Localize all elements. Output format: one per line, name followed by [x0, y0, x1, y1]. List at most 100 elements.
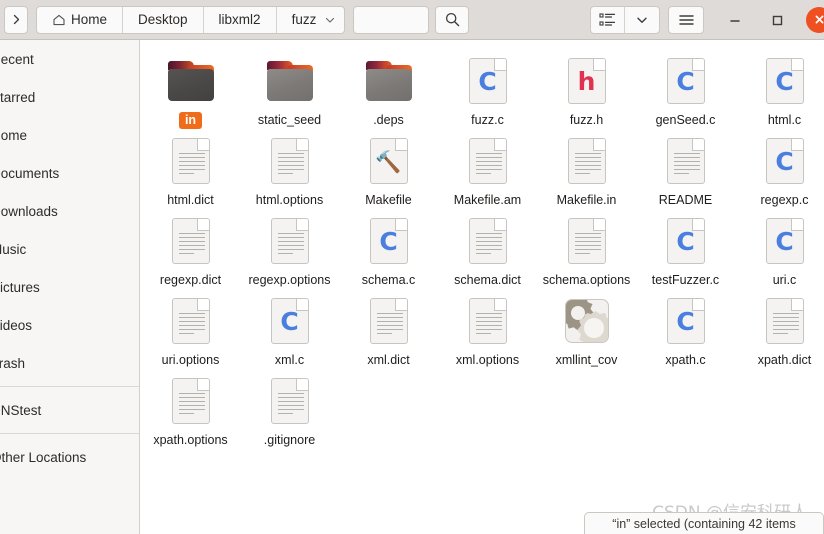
file-item[interactable]: regexp.dict	[141, 209, 240, 289]
c-source-file-icon: C	[666, 58, 705, 104]
chevron-down-icon	[326, 17, 335, 23]
file-item[interactable]: .gitignore	[240, 369, 339, 449]
file-name-label: fuzz.c	[471, 113, 504, 127]
c-source-file-icon: C	[369, 218, 408, 264]
file-item[interactable]: Curi.c	[735, 209, 824, 289]
file-item[interactable]: static_seed	[240, 49, 339, 129]
file-item[interactable]: Cregexp.c	[735, 129, 824, 209]
file-item[interactable]: regexp.options	[240, 209, 339, 289]
close-button[interactable]	[806, 6, 824, 33]
file-item[interactable]: Cxpath.c	[636, 289, 735, 369]
file-name-label: html.c	[767, 113, 802, 127]
file-item[interactable]: xml.options	[438, 289, 537, 369]
file-icon-wrapper	[165, 215, 217, 267]
file-item[interactable]: CtestFuzzer.c	[636, 209, 735, 289]
file-item[interactable]: README	[636, 129, 735, 209]
sidebar-item-music[interactable]: Music	[0, 230, 139, 268]
file-name-label: xmllint_cov	[555, 353, 618, 367]
file-item[interactable]: schema.options	[537, 209, 636, 289]
file-item[interactable]: Cschema.c	[339, 209, 438, 289]
file-name-label: xml.dict	[367, 353, 410, 367]
file-icon-wrapper	[561, 215, 613, 267]
header-bar: Home Desktop libxml2 fuzz	[0, 0, 824, 40]
navigate-back-button[interactable]	[4, 5, 28, 34]
main-menu-button[interactable]	[668, 5, 704, 34]
file-name-label: xml.c	[274, 353, 305, 367]
chevron-down-icon	[637, 17, 647, 23]
c-source-file-icon: C	[270, 298, 309, 344]
file-item[interactable]: .deps	[339, 49, 438, 129]
file-item[interactable]: uri.options	[141, 289, 240, 369]
breadcrumb-item-home[interactable]: Home	[37, 6, 124, 33]
h-header-file-icon: h	[567, 58, 606, 104]
sidebar-item-other-locations[interactable]: Other Locations	[0, 438, 139, 476]
file-icon-wrapper	[462, 215, 514, 267]
sidebar-item-dnstest[interactable]: DNStest	[0, 391, 139, 429]
file-item[interactable]: h fuzz.h	[537, 49, 636, 129]
location-entry[interactable]	[353, 5, 430, 34]
view-mode-group	[590, 5, 660, 34]
sidebar-item-home[interactable]: Home	[0, 116, 139, 154]
search-button[interactable]	[435, 5, 470, 34]
file-item[interactable]: xpath.options	[141, 369, 240, 449]
c-source-file-icon: C	[666, 298, 705, 344]
file-item[interactable]: Makefile.am	[438, 129, 537, 209]
breadcrumb-item-libxml2[interactable]: libxml2	[204, 6, 277, 33]
file-name-label: html.options	[255, 193, 324, 207]
executable-file-icon	[564, 299, 609, 343]
sidebar-item-videos[interactable]: Videos	[0, 306, 139, 344]
file-item[interactable]: xmllint_cov	[537, 289, 636, 369]
home-icon	[53, 14, 65, 25]
file-icon-wrapper	[462, 135, 514, 187]
file-icon-wrapper	[264, 375, 316, 427]
file-name-label: xpath.dict	[757, 353, 812, 367]
file-manager-window: Home Desktop libxml2 fuzz ecent tarred o…	[0, 0, 824, 534]
file-name-label: schema.options	[542, 273, 631, 287]
maximize-button[interactable]	[762, 5, 792, 35]
maximize-icon	[772, 15, 783, 25]
file-item[interactable]: html.dict	[141, 129, 240, 209]
hamburger-menu-icon	[678, 14, 694, 25]
file-name-label: README	[658, 193, 713, 207]
file-item[interactable]: Makefile.in	[537, 129, 636, 209]
list-view-button[interactable]	[591, 6, 625, 33]
file-item[interactable]: 🔨 Makefile	[339, 129, 438, 209]
text-file-icon	[567, 138, 606, 184]
minimize-icon	[730, 19, 740, 22]
file-item[interactable]: html.options	[240, 129, 339, 209]
sidebar-label-downloads: Downloads	[0, 203, 58, 219]
file-item[interactable]: in	[141, 49, 240, 129]
c-source-file-icon: C	[666, 218, 705, 264]
text-file-icon	[369, 298, 408, 344]
file-name-label: uri.c	[772, 273, 797, 287]
c-source-file-icon: C	[468, 58, 507, 104]
file-item[interactable]: Cxml.c	[240, 289, 339, 369]
file-name-label: xml.options	[455, 353, 520, 367]
sidebar-item-documents[interactable]: Documents	[0, 154, 139, 192]
sidebar-item-starred[interactable]: Starred	[0, 78, 139, 116]
file-item[interactable]: xml.dict	[339, 289, 438, 369]
sidebar-label-home: Home	[0, 127, 28, 143]
text-file-icon	[468, 218, 507, 264]
sidebar-item-trash[interactable]: Trash	[0, 344, 139, 382]
file-item[interactable]: Cfuzz.c	[438, 49, 537, 129]
breadcrumb-item-fuzz[interactable]: fuzz	[277, 7, 345, 33]
view-options-dropdown[interactable]	[625, 7, 659, 33]
minimize-button[interactable]	[720, 5, 750, 35]
sidebar-item-recent[interactable]: Recent	[0, 40, 139, 78]
sidebar-item-downloads[interactable]: Downloads	[0, 192, 139, 230]
breadcrumb-item-desktop[interactable]: Desktop	[123, 6, 204, 33]
file-name-label: Makefile.in	[556, 193, 617, 207]
file-item[interactable]: CgenSeed.c	[636, 49, 735, 129]
file-icon-wrapper	[363, 55, 415, 107]
text-file-icon	[171, 378, 210, 424]
file-name-label: fuzz.h	[569, 113, 604, 127]
file-name-label: uri.options	[161, 353, 220, 367]
file-item[interactable]: Chtml.c	[735, 49, 824, 129]
sidebar-item-pictures[interactable]: Pictures	[0, 268, 139, 306]
sidebar-label-starred: Starred	[0, 89, 36, 105]
file-name-label: static_seed	[257, 113, 322, 127]
file-item[interactable]: xpath.dict	[735, 289, 824, 369]
file-view[interactable]: in static_seed .deps Cfuzz.c h fuzz.h CgenSeed…	[141, 41, 824, 534]
file-item[interactable]: schema.dict	[438, 209, 537, 289]
